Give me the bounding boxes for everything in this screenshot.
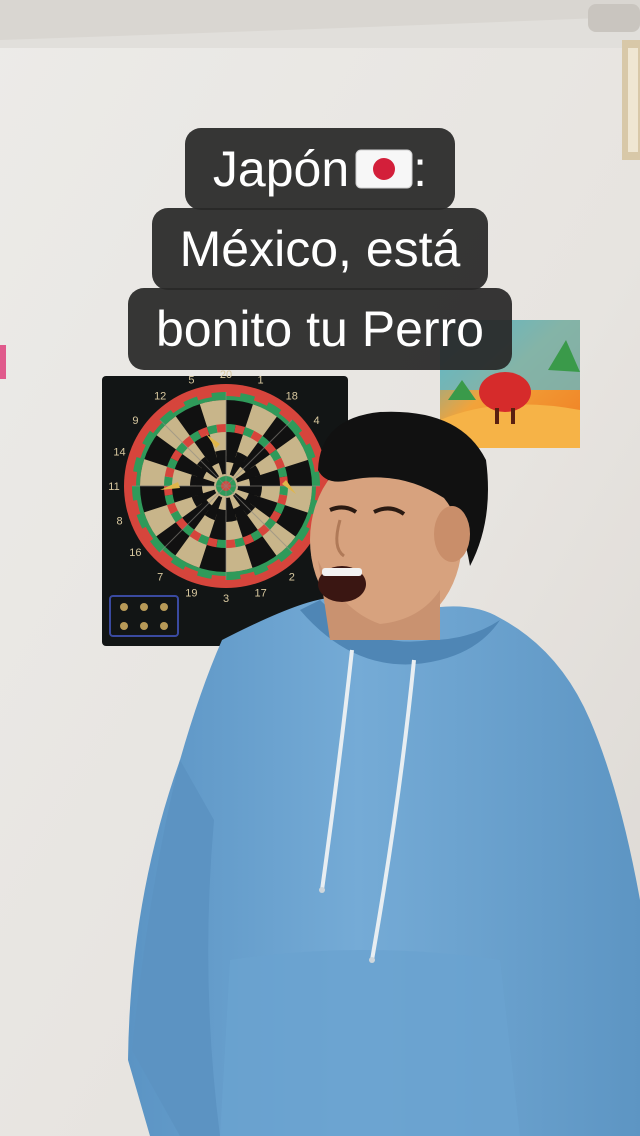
dartboard-number: 17 (254, 588, 266, 600)
dartboard-number: 20 (220, 369, 232, 381)
dartboard-number: 11 (108, 481, 119, 493)
dartboard-number: 1 (258, 375, 264, 387)
caption-overlay: Japón : México, está bonito tu Perro (0, 128, 640, 370)
dartboard-number: 2 (289, 572, 295, 584)
dartboard-number: 3 (223, 593, 229, 605)
dartboard-number: 12 (154, 390, 166, 402)
dartboard-number: 18 (286, 390, 298, 402)
dartboard-number: 7 (157, 572, 163, 584)
dartboard-number: 9 (132, 415, 138, 427)
caption-line-1-text: Japón (212, 141, 350, 197)
japan-flag-icon (355, 149, 413, 189)
dartboard-number: 4 (314, 415, 320, 427)
caption-line-1-suffix: : (413, 141, 428, 197)
dartboard-number: 14 (113, 446, 125, 458)
caption-line-3: bonito tu Perro (128, 288, 512, 370)
dartboard-number: 16 (129, 547, 141, 559)
caption-line-1: Japón : (184, 128, 456, 210)
dartboard-number: 5 (188, 375, 194, 387)
dartboard-number: 8 (116, 516, 122, 528)
dartboard-number: 19 (185, 588, 197, 600)
caption-line-2: México, está (151, 208, 489, 290)
